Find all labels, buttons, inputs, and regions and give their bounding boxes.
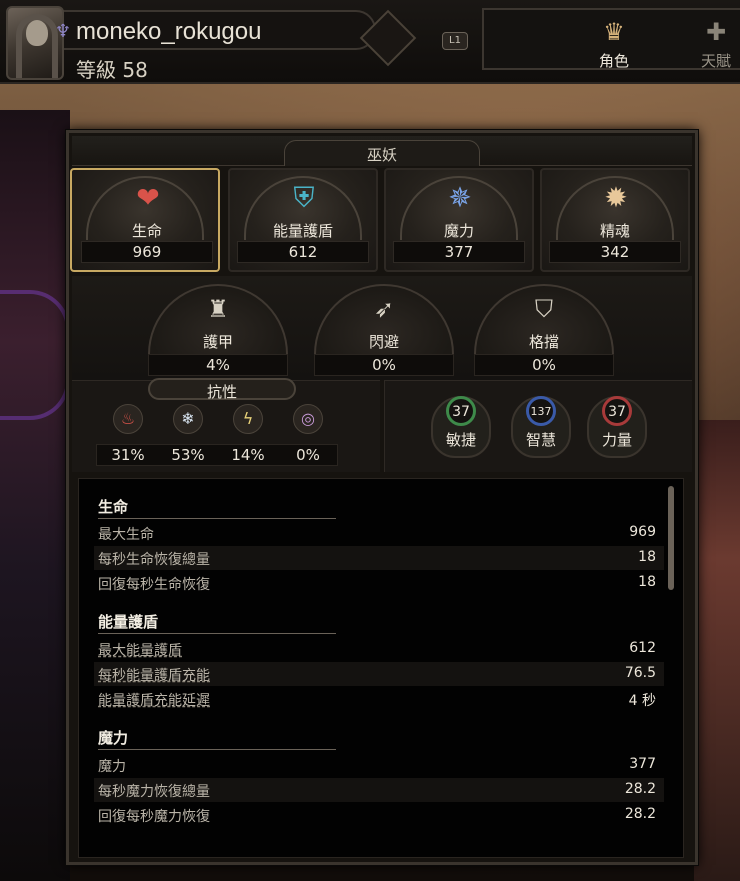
detail-label[interactable]: 最大能量護盾 (98, 640, 498, 660)
cold-icon[interactable]: ❄ (173, 404, 203, 434)
section-divider (98, 749, 336, 750)
armour-icon: ♜ (207, 295, 229, 323)
section-divider (98, 518, 336, 519)
detail-value: 377 (629, 756, 656, 772)
portrait-head (26, 20, 48, 46)
defense-label-evasion: 閃避 (368, 333, 399, 351)
attribute-label-strength: 力量 (601, 431, 632, 449)
attribute-value-dexterity: 37 (446, 396, 476, 426)
detail-value: 969 (629, 524, 656, 540)
class-icon: ♆ (54, 21, 72, 42)
stat-label-life: 生命 (131, 222, 162, 240)
section-title-energy-shield: 能量護盾 (98, 613, 159, 631)
attribute-value-strength: 37 (602, 396, 632, 426)
tab-talent[interactable]: 天賦 (686, 50, 740, 70)
stat-label-energy-shield: 能量護盾 (272, 222, 333, 240)
defense-value-evasion: 0% (372, 356, 396, 374)
detail-label: 每秒生命恢復總量 (98, 552, 210, 568)
detail-label[interactable]: 每秒能量護盾充能 (98, 665, 498, 685)
tab-character[interactable]: 角色 (584, 50, 644, 70)
stat-value-life: 969 (132, 243, 162, 261)
defense-label-block: 格擋 (528, 333, 559, 351)
section-divider (98, 633, 336, 634)
resistance-value-lightning: 14% (231, 446, 265, 464)
detail-value: 612 (629, 640, 656, 656)
resistances-title: 抗性 (206, 383, 237, 401)
character-icon[interactable]: ♛ (600, 18, 628, 46)
l1-button-hint: L1 (442, 32, 468, 50)
detail-value: 4 秒 (628, 693, 656, 709)
section-title-mana: 魔力 (98, 729, 129, 747)
evasion-icon: ➶ (373, 295, 395, 323)
detail-label: 最大生命 (98, 527, 154, 543)
energy-shield-icon: ⛨ (293, 181, 315, 214)
background-glow (0, 290, 70, 420)
talent-icon[interactable]: ✚ (702, 18, 730, 46)
defense-value-block: 0% (532, 356, 556, 374)
detail-label: 回復每秒魔力恢復 (98, 809, 210, 825)
stat-value-energy-shield: 612 (288, 243, 318, 261)
detail-value: 28.2 (624, 781, 656, 797)
detail-label: 每秒魔力恢復總量 (98, 784, 210, 800)
chaos-icon[interactable]: ◎ (293, 404, 323, 434)
attribute-label-dexterity: 敏捷 (445, 431, 476, 449)
panel-title: 巫妖 (366, 146, 397, 164)
detail-value: 18 (638, 549, 656, 565)
mana-icon: ✵ (448, 181, 472, 214)
detail-label[interactable]: 能量護盾充能延遲 (98, 690, 498, 710)
detail-value: 76.5 (624, 665, 656, 681)
player-username: moneko_rokugou (76, 18, 262, 45)
resistance-value-chaos: 0% (296, 446, 320, 464)
defense-label-armour: 護甲 (202, 333, 233, 351)
block-icon: ⛉ (535, 295, 553, 323)
resistance-value-cold: 53% (171, 446, 205, 464)
section-title-life: 生命 (98, 498, 129, 516)
resistance-value-fire: 31% (111, 446, 145, 464)
player-level: 等級 58 (76, 58, 148, 82)
attribute-label-intelligence: 智慧 (525, 431, 556, 449)
background-right-scene (694, 420, 740, 881)
attribute-value-intelligence: 137 (526, 396, 556, 426)
detail-label: 回復每秒生命恢復 (98, 577, 210, 593)
defense-value-armour: 4% (206, 356, 230, 374)
background-left-scene (0, 110, 70, 881)
stat-value-mana: 377 (444, 243, 474, 261)
stat-label-mana: 魔力 (443, 222, 474, 240)
heart-icon: ❤ (136, 181, 160, 214)
detail-label: 魔力 (98, 759, 126, 775)
detail-value: 18 (638, 574, 656, 590)
spirit-icon: ✹ (604, 181, 628, 214)
stat-label-spirit: 精魂 (599, 222, 630, 240)
detail-value: 28.2 (624, 806, 656, 822)
lightning-icon[interactable]: ϟ (233, 404, 263, 434)
stat-value-spirit: 342 (600, 243, 630, 261)
details-scrollbar[interactable] (668, 486, 674, 590)
fire-icon[interactable]: ♨ (113, 404, 143, 434)
